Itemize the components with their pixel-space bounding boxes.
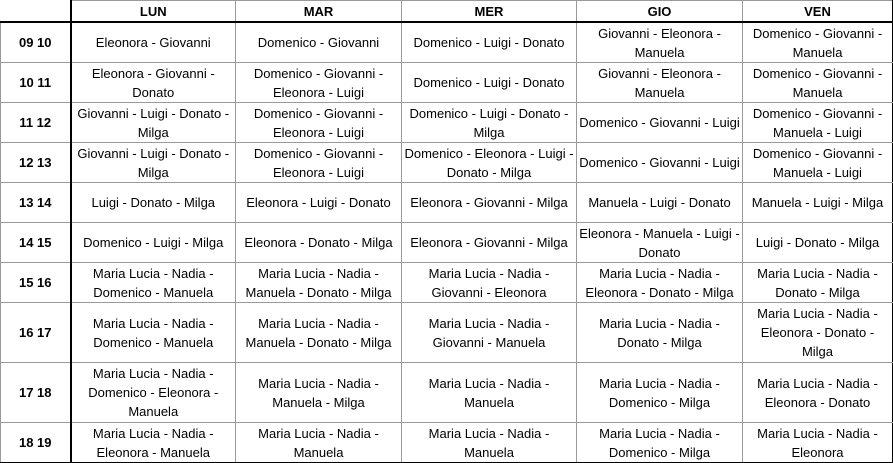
day-header: MAR — [235, 0, 402, 23]
header-row: LUN MAR MER GIO VEN — [0, 0, 893, 23]
schedule-cell: Maria Lucia - Nadia - Domenico - Manuela — [70, 302, 236, 363]
schedule-cell: Domenico - Luigi - Donato - Milga — [401, 102, 577, 143]
day-header: MER — [401, 0, 577, 23]
schedule-cell: Eleonora - Luigi - Donato — [235, 182, 402, 223]
schedule-cell: Domenico - Giovanni - Luigi — [576, 102, 743, 143]
schedule-cell: Domenico - Luigi - Milga — [70, 222, 236, 263]
schedule-cell: Maria Lucia - Nadia - Manuela - Milga — [235, 362, 402, 423]
schedule-cell: Domenico - Giovanni - Luigi — [576, 142, 743, 183]
time-slot: 14 15 — [0, 222, 72, 263]
schedule-cell: Luigi - Donato - Milga — [70, 182, 236, 223]
schedule-cell: Maria Lucia - Nadia - Giovanni - Eleonor… — [401, 262, 577, 303]
day-header: LUN — [70, 0, 236, 23]
table-row: 17 18 Maria Lucia - Nadia - Domenico - E… — [0, 362, 893, 423]
schedule-cell: Maria Lucia - Nadia - Eleonora - Donato — [742, 362, 893, 423]
time-slot: 18 19 — [0, 422, 72, 463]
table-row: 10 11 Eleonora - Giovanni - Donato Domen… — [0, 62, 893, 103]
schedule-cell: Giovanni - Eleonora - Manuela — [576, 62, 743, 103]
schedule-cell: Domenico - Giovanni - Eleonora - Luigi — [235, 62, 402, 103]
schedule-cell: Maria Lucia - Nadia - Donato - Milga — [742, 262, 893, 303]
time-slot: 17 18 — [0, 362, 72, 423]
schedule-cell: Domenico - Eleonora - Luigi - Donato - M… — [401, 142, 577, 183]
schedule-cell: Domenico - Luigi - Donato — [401, 62, 577, 103]
table-row: 13 14 Luigi - Donato - Milga Eleonora - … — [0, 182, 893, 223]
time-slot: 09 10 — [0, 21, 72, 63]
schedule-cell: Domenico - Luigi - Donato — [401, 21, 577, 63]
schedule-cell: Domenico - Giovanni - Manuela — [742, 62, 893, 103]
schedule-cell: Giovanni - Eleonora - Manuela — [576, 21, 743, 63]
schedule-cell: Domenico - Giovanni - Manuela - Luigi — [742, 142, 893, 183]
schedule-cell: Maria Lucia - Nadia - Manuela - Donato -… — [235, 302, 402, 363]
schedule-cell: Domenico - Giovanni — [235, 21, 402, 63]
day-header: VEN — [742, 0, 893, 23]
schedule-cell: Eleonora - Manuela - Luigi - Donato — [576, 222, 743, 263]
day-header: GIO — [576, 0, 743, 23]
schedule-cell: Domenico - Giovanni - Eleonora - Luigi — [235, 102, 402, 143]
time-slot: 12 13 — [0, 142, 72, 183]
schedule-cell: Maria Lucia - Nadia - Manuela — [401, 422, 577, 463]
schedule-cell: Maria Lucia - Nadia - Domenico - Milga — [576, 422, 743, 463]
schedule-cell: Domenico - Giovanni - Manuela — [742, 21, 893, 63]
schedule-cell: Eleonora - Giovanni - Donato — [70, 62, 236, 103]
table-row: 12 13 Giovanni - Luigi - Donato - Milga … — [0, 142, 893, 183]
table-row: 16 17 Maria Lucia - Nadia - Domenico - M… — [0, 302, 893, 363]
schedule-cell: Maria Lucia - Nadia - Domenico - Milga — [576, 362, 743, 423]
schedule-cell: Maria Lucia - Nadia - Manuela — [235, 422, 402, 463]
schedule-cell: Maria Lucia - Nadia - Domenico - Manuela — [70, 262, 236, 303]
schedule-cell: Maria Lucia - Nadia - Giovanni - Manuela — [401, 302, 577, 363]
time-slot: 13 14 — [0, 182, 72, 223]
schedule-cell: Maria Lucia - Nadia - Manuela — [401, 362, 577, 423]
table-row: 14 15 Domenico - Luigi - Milga Eleonora … — [0, 222, 893, 263]
schedule-cell: Maria Lucia - Nadia - Eleonora — [742, 422, 893, 463]
schedule-cell: Maria Lucia - Nadia - Donato - Milga — [576, 302, 743, 363]
table-row: 09 10 Eleonora - Giovanni Domenico - Gio… — [0, 21, 893, 63]
table-row: 11 12 Giovanni - Luigi - Donato - Milga … — [0, 102, 893, 143]
schedule-table: LUN MAR MER GIO VEN 09 10 Eleonora - Gio… — [0, 0, 893, 463]
schedule-cell: Eleonora - Donato - Milga — [235, 222, 402, 263]
schedule-cell: Maria Lucia - Nadia - Eleonora - Manuela — [70, 422, 236, 463]
table-row: 18 19 Maria Lucia - Nadia - Eleonora - M… — [0, 422, 893, 463]
schedule-cell: Giovanni - Luigi - Donato - Milga — [70, 102, 236, 143]
table-row: 15 16 Maria Lucia - Nadia - Domenico - M… — [0, 262, 893, 303]
time-slot: 16 17 — [0, 302, 72, 363]
time-slot: 15 16 — [0, 262, 72, 303]
schedule-cell: Manuela - Luigi - Milga — [742, 182, 893, 223]
time-slot: 10 11 — [0, 62, 72, 103]
schedule-cell: Domenico - Giovanni - Manuela - Luigi — [742, 102, 893, 143]
schedule-cell: Eleonora - Giovanni - Milga — [401, 222, 577, 263]
time-slot: 11 12 — [0, 102, 72, 143]
schedule-cell: Manuela - Luigi - Donato — [576, 182, 743, 223]
schedule-cell: Maria Lucia - Nadia - Manuela - Donato -… — [235, 262, 402, 303]
schedule-cell: Eleonora - Giovanni - Milga — [401, 182, 577, 223]
schedule-cell: Maria Lucia - Nadia - Eleonora - Donato … — [576, 262, 743, 303]
schedule-cell: Giovanni - Luigi - Donato - Milga — [70, 142, 236, 183]
schedule-cell: Luigi - Donato - Milga — [742, 222, 893, 263]
schedule-cell: Maria Lucia - Nadia - Domenico - Eleonor… — [70, 362, 236, 423]
corner-cell — [0, 0, 72, 23]
schedule-cell: Domenico - Giovanni - Eleonora - Luigi — [235, 142, 402, 183]
schedule-cell: Eleonora - Giovanni — [70, 21, 236, 63]
schedule-cell: Maria Lucia - Nadia - Eleonora - Donato … — [742, 302, 893, 363]
